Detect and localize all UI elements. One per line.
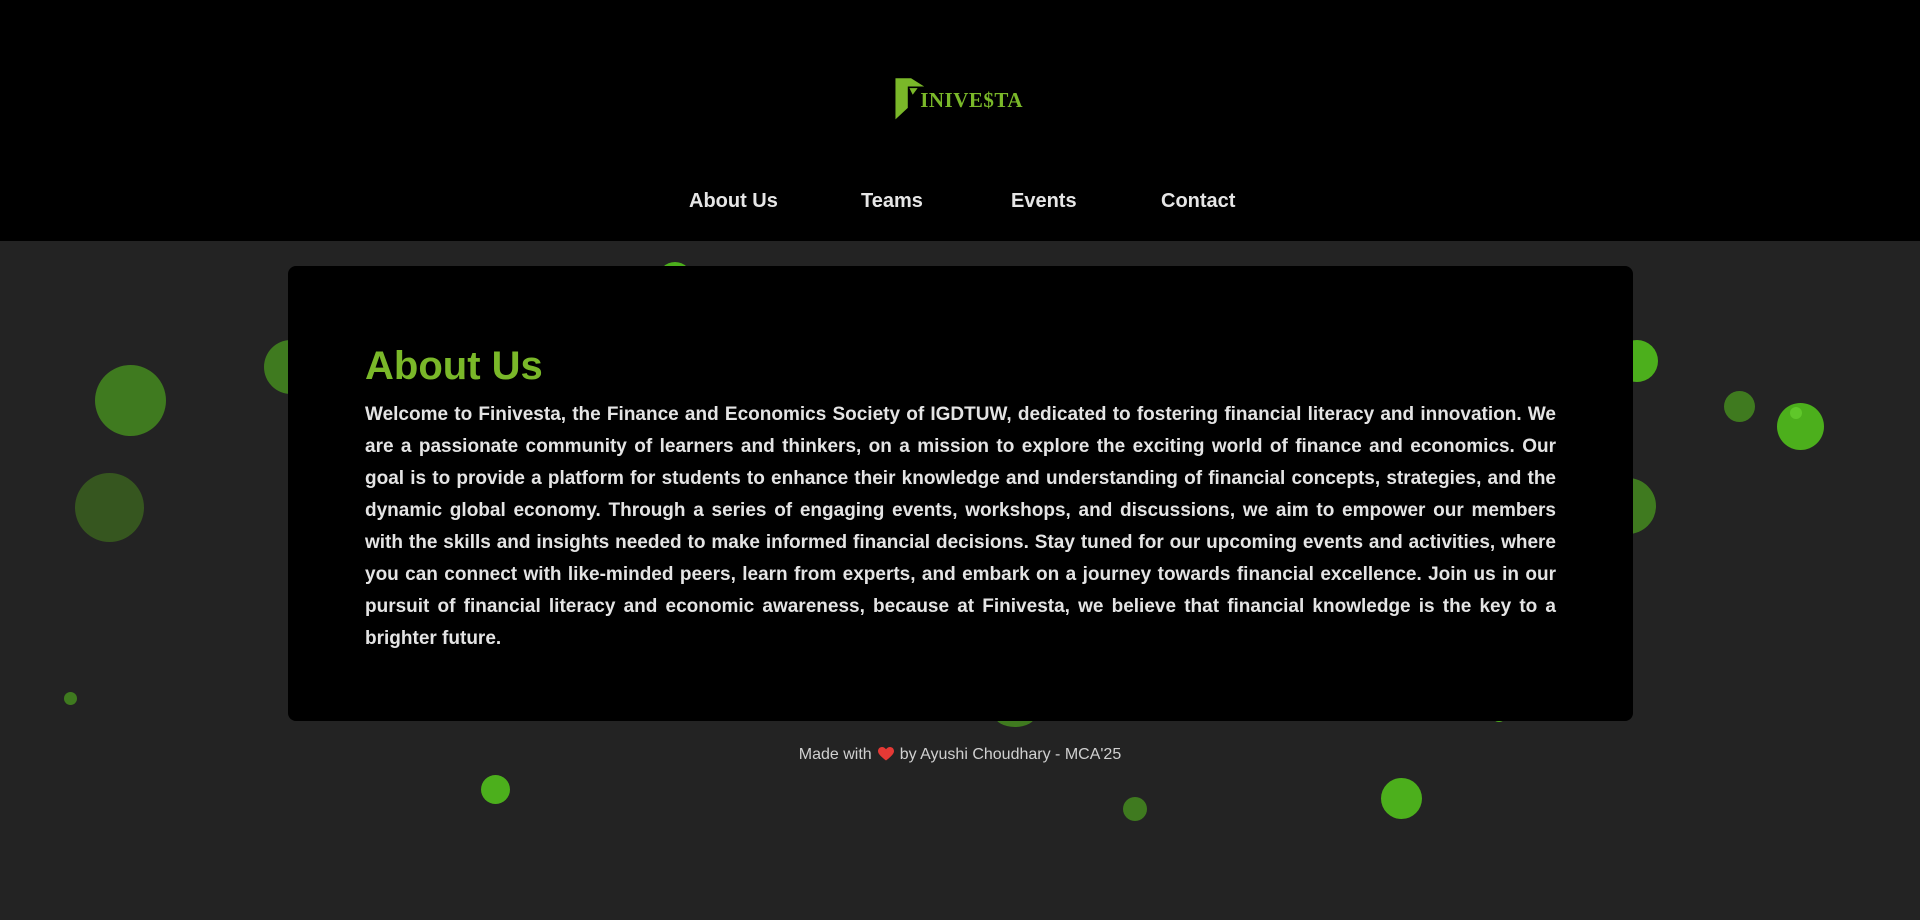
decorative-bubble xyxy=(481,775,510,804)
nav-events[interactable]: Events xyxy=(1011,190,1077,213)
site-header: INIVE$TA About Us Teams Events Contact xyxy=(0,0,1920,241)
footer-prefix: Made with xyxy=(798,746,872,763)
decorative-bubble xyxy=(1790,407,1802,419)
decorative-bubble xyxy=(75,473,144,542)
decorative-bubble xyxy=(1381,778,1422,819)
logo-wordmark: INIVE$TA xyxy=(920,87,1023,112)
finivesta-logo[interactable]: INIVE$TA xyxy=(893,72,1023,124)
footer-credit: by Ayushi Choudhary - MCA'25 xyxy=(899,746,1122,763)
decorative-bubble xyxy=(1123,797,1147,821)
about-title: About Us xyxy=(365,344,543,388)
nav-teams[interactable]: Teams xyxy=(861,190,923,213)
main-nav: About Us Teams Events Contact xyxy=(0,190,1920,220)
nav-contact[interactable]: Contact xyxy=(1161,190,1235,213)
about-description: Welcome to Finivesta, the Finance and Ec… xyxy=(365,404,1556,649)
heart-icon xyxy=(877,747,894,766)
nav-about-us[interactable]: About Us xyxy=(689,190,778,213)
decorative-bubble xyxy=(1724,391,1755,422)
decorative-bubble xyxy=(95,365,166,436)
site-footer: Made with by Ayushi Choudhary - MCA'25 xyxy=(0,746,1920,766)
about-card: About Us Welcome to Finivesta, the Finan… xyxy=(288,266,1633,721)
decorative-bubble xyxy=(64,692,77,705)
